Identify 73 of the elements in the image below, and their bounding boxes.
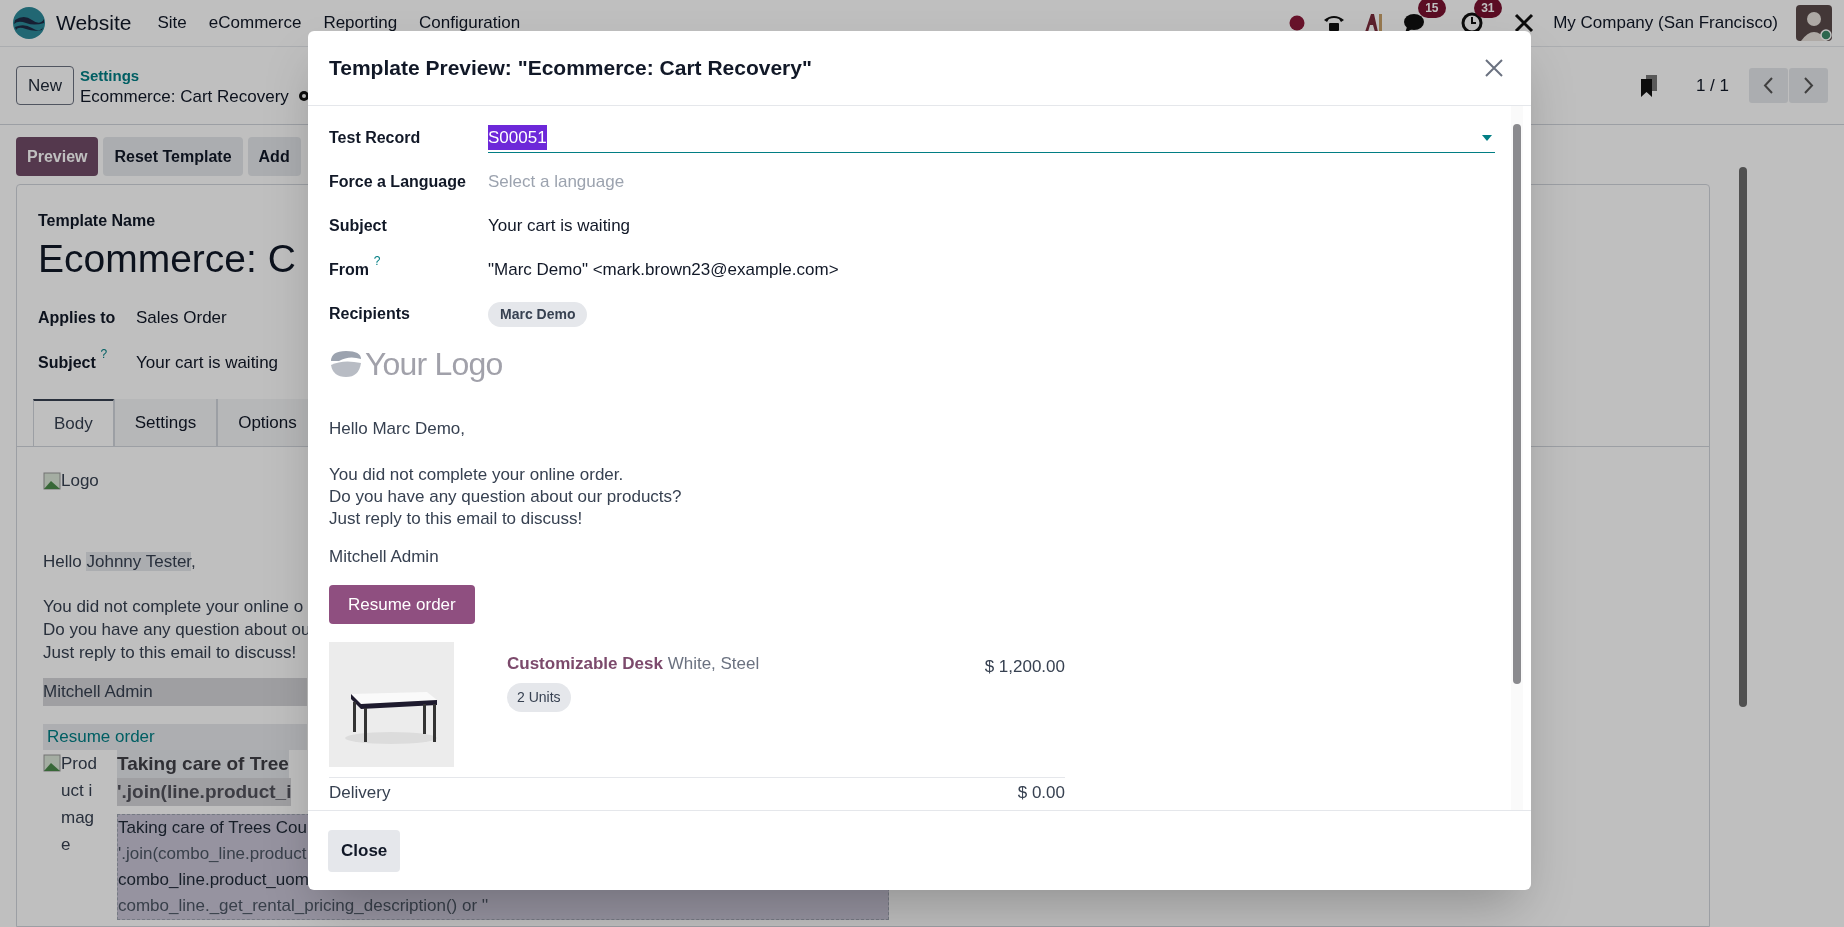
field-label: Recipients	[329, 304, 410, 324]
field-value: Sales Order	[136, 306, 227, 329]
field-value: "Marc Demo" <mark.brown23@example.com>	[488, 259, 839, 282]
new-button[interactable]: New	[16, 66, 74, 105]
close-icon[interactable]	[1484, 58, 1504, 78]
field-label: Subject	[329, 216, 387, 236]
field-value: Your cart is waiting	[488, 215, 631, 238]
quantity-badge: 2 Units	[507, 682, 571, 712]
field-label: From	[329, 260, 369, 280]
field-label: Force a Language	[329, 172, 466, 192]
delivery-amount: $ 0.00	[1017, 782, 1065, 804]
phone-icon[interactable]	[1323, 13, 1346, 33]
action-button[interactable]: Add	[247, 137, 301, 176]
email-text: Do you have any question about our products?	[329, 485, 683, 508]
price-text: $ 1,200.00	[984, 656, 1065, 678]
action-button[interactable]: Reset Template	[103, 137, 243, 176]
email-text: Just reply to this email to discuss!	[329, 507, 584, 530]
signature-text: Mitchell Admin	[43, 677, 307, 706]
email-text: Hello Marc Demo,	[329, 418, 467, 440]
tab[interactable]: Settings	[113, 399, 218, 446]
menu-item[interactable]: eCommerce	[208, 10, 302, 36]
template-code-text: Taking care of Trees Cou	[118, 816, 307, 839]
action-button[interactable]: Preview	[16, 137, 99, 176]
resume-order-button[interactable]: Resume order	[329, 585, 475, 624]
field-label: Template Name	[38, 211, 156, 231]
broken-image-icon	[43, 472, 61, 490]
select-field[interactable]: S00051	[488, 123, 1495, 153]
help-mark[interactable]: ?	[372, 254, 382, 268]
record-icon[interactable]	[1289, 15, 1306, 31]
tab[interactable]: Body	[33, 399, 114, 446]
breadcrumb-link[interactable]: Settings	[80, 64, 311, 86]
recipient-tag[interactable]: Marc Demo	[488, 301, 588, 327]
template-name: Ecommerce: C	[38, 236, 296, 282]
count-badge: 15	[1418, 0, 1446, 18]
dialog-scrollbar[interactable]	[1511, 106, 1523, 810]
broken-image-icon	[43, 753, 61, 772]
user-avatar[interactable]	[1796, 5, 1832, 41]
template-code-text: combo_line._get_rental_pricing_description() or ''	[118, 894, 489, 917]
company-switcher[interactable]: My Company (San Francisco)	[1553, 10, 1778, 36]
email-text: You did not complete your online order.	[329, 463, 625, 486]
dialog-title: Template Preview: "Ecommerce: Cart Recovery"	[329, 55, 812, 82]
field-label: Subject	[38, 352, 96, 373]
email-text: Just reply to this email to discuss!	[43, 641, 297, 664]
count-badge: 31	[1474, 0, 1502, 18]
menu-item[interactable]: Site	[157, 10, 187, 36]
email-text: You did not complete your online o	[43, 595, 304, 618]
email-text: Mitchell Admin	[329, 545, 440, 568]
bookmark-icon[interactable]	[1639, 74, 1658, 97]
app-name[interactable]: Website	[56, 7, 132, 39]
product-title-text: Taking care of Tree	[117, 749, 289, 778]
template-code-text: '.join(combo_line.product	[118, 842, 307, 865]
clock-icon[interactable]	[1461, 12, 1484, 34]
product-name: Customizable Desk White, Steel	[507, 653, 760, 675]
product-title-text: '.join(line.product_i	[117, 777, 292, 806]
template-code-text: combo_line.product_uom	[118, 868, 309, 891]
email-text: Hello Johnny Tester,	[43, 551, 196, 573]
logo-text: Your Logo	[365, 345, 503, 384]
image-alt-text: Product image	[61, 752, 98, 856]
logo-icon	[329, 349, 363, 379]
field-value: Your cart is waiting	[136, 351, 279, 374]
app-logo-icon[interactable]	[12, 6, 46, 40]
close-button[interactable]: Close	[328, 829, 401, 872]
help-mark[interactable]: ?	[98, 346, 109, 361]
caret-icon[interactable]	[1482, 134, 1492, 141]
next-button[interactable]	[1789, 68, 1828, 103]
gear-icon[interactable]	[296, 89, 311, 103]
field-label: Applies to	[38, 307, 116, 328]
pager-value[interactable]: 1 / 1	[1695, 72, 1729, 99]
image-alt-text: Logo	[61, 470, 99, 493]
previous-button[interactable]	[1749, 68, 1788, 103]
breadcrumb-current: Ecommerce: Cart Recovery	[80, 85, 289, 107]
delivery-label: Delivery	[329, 782, 391, 804]
field-label: Test Record	[329, 128, 421, 148]
